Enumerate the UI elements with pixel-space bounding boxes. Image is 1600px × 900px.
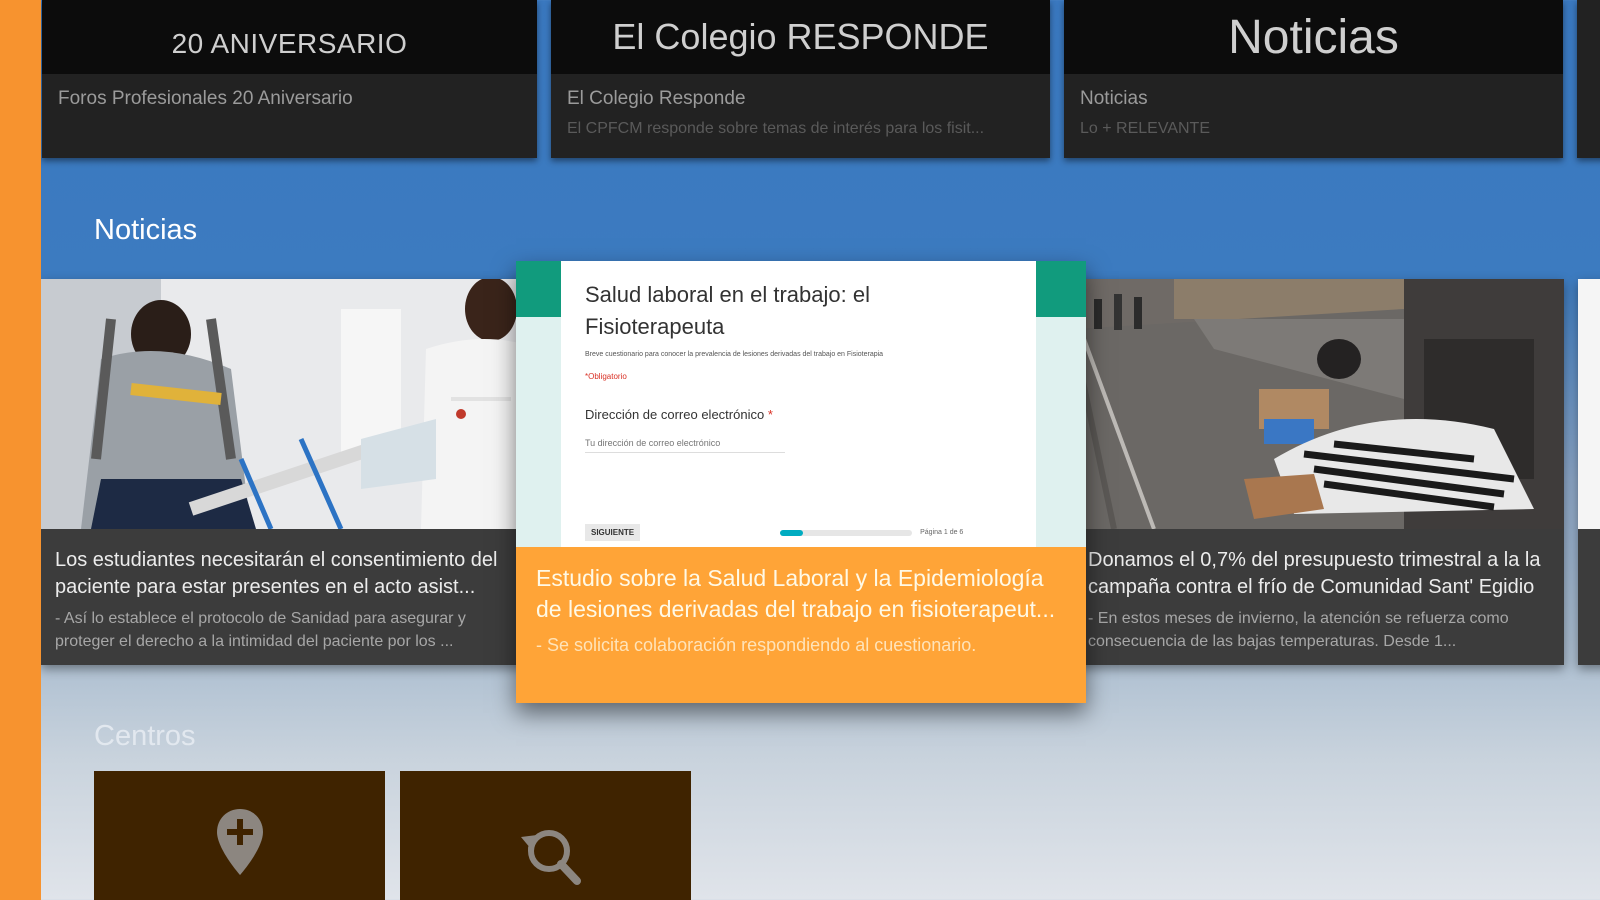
news-image — [1074, 279, 1564, 529]
card-title: El Colegio Responde — [567, 88, 746, 109]
news-image — [1578, 279, 1600, 529]
card-title: Foros Profesionales 20 Aniversario — [58, 88, 353, 109]
next-button[interactable]: SIGUIENTE — [585, 524, 641, 541]
card-subtitle: Lo + RELEVANTE — [1080, 120, 1210, 137]
news-title: Los estudiantes necesitarán el consentim… — [55, 549, 498, 598]
email-field[interactable] — [585, 434, 785, 453]
form-preview-image: Salud laboral en el trabajo: el Fisioter… — [516, 261, 1086, 547]
news-card[interactable]: Donamos el 0,7% del presupuesto trimestr… — [1074, 279, 1564, 665]
sidebar — [0, 0, 41, 900]
featured-subtitle: - Se solicita colaboración respondiendo … — [536, 635, 977, 655]
news-card-partial[interactable] — [1578, 279, 1600, 665]
required-star: * — [767, 407, 773, 422]
add-location-icon — [216, 809, 263, 875]
email-label-text: Dirección de correo electrónico — [585, 407, 765, 422]
form-progress-fill — [780, 529, 803, 536]
card-banner: 20 ANIVERSARIO — [42, 0, 537, 74]
form-page-label: Página 1 de 6 — [920, 529, 964, 536]
card-20-aniversario[interactable]: 20 ANIVERSARIO Foros Profesionales 20 An… — [42, 0, 537, 158]
news-title: Donamos el 0,7% del presupuesto trimestr… — [1088, 549, 1541, 598]
form-title: Salud laboral en el trabajo: el Fisioter… — [585, 282, 870, 339]
news-card[interactable]: Los estudiantes necesitarán el consentim… — [41, 279, 539, 665]
search-icon — [520, 830, 581, 885]
featured-news-card[interactable]: Salud laboral en el trabajo: el Fisioter… — [516, 261, 1086, 703]
section-title-centros: Centros — [94, 720, 196, 752]
card-noticias[interactable]: Noticias Noticias Lo + RELEVANTE — [1064, 0, 1563, 158]
news-description: - Así lo establece el protocolo de Sanid… — [55, 610, 466, 650]
card-banner: El Colegio RESPONDE — [551, 0, 1050, 74]
card-banner: Noticias — [1064, 0, 1563, 74]
email-label: Dirección de correo electrónico * — [585, 407, 1012, 422]
form-required-note: *Obligatorio — [585, 372, 627, 381]
card-subtitle: El CPFCM responde sobre temas de interés… — [567, 120, 985, 137]
centros-search-tile[interactable] — [400, 771, 691, 900]
card-colegio-responde[interactable]: El Colegio RESPONDE El Colegio Responde … — [551, 0, 1050, 158]
section-title-noticias: Noticias — [94, 214, 198, 246]
featured-headline: Estudio sobre la Salud Laboral y la Epid… — [536, 565, 1056, 622]
form-description: Breve cuestionario para conocer la preva… — [585, 351, 884, 358]
form-footer: SIGUIENTE Página 1 de 6 — [585, 524, 1012, 541]
card-title: Noticias — [1080, 88, 1148, 109]
centros-add-tile[interactable] — [94, 771, 385, 900]
news-description: - En estos meses de invierno, la atenció… — [1088, 610, 1509, 650]
form-progress-bar — [780, 529, 913, 536]
form-sheet: Salud laboral en el trabajo: el Fisioter… — [561, 261, 1036, 547]
news-image — [41, 279, 539, 529]
card-partial[interactable] — [1577, 0, 1600, 158]
